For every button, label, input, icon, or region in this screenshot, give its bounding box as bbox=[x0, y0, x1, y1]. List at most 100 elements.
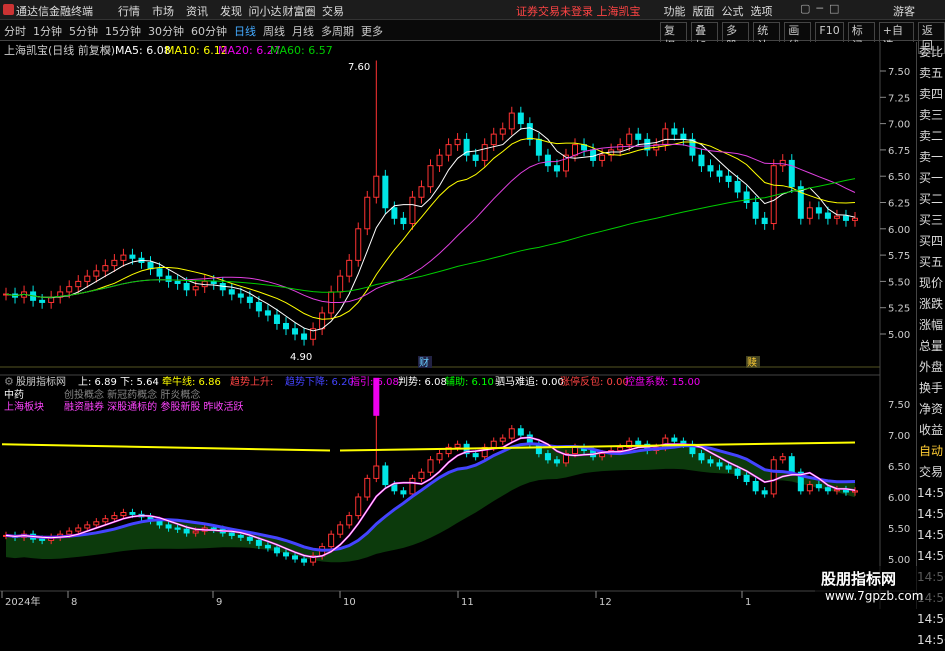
maximize-icon[interactable]: □ bbox=[829, 2, 839, 15]
sidebar-item-22[interactable]: 14:56 bbox=[917, 504, 945, 525]
sidebar-item-24[interactable]: 14:56 bbox=[917, 546, 945, 567]
menu-quotes[interactable]: 行情 bbox=[112, 3, 146, 19]
candle-body bbox=[490, 440, 497, 448]
cai-marker-label: 财 bbox=[419, 356, 429, 369]
sidebar-item-7[interactable]: 买二 bbox=[917, 189, 945, 210]
tab-daily[interactable]: 日线 bbox=[234, 23, 256, 39]
candle-body bbox=[852, 217, 858, 221]
y-tick-label: 7.00 bbox=[888, 120, 910, 131]
tab-5min[interactable]: 5分钟 bbox=[69, 23, 98, 39]
candle-body bbox=[517, 428, 524, 436]
candle-body bbox=[246, 296, 253, 303]
sidebar-item-9[interactable]: 买四 bbox=[917, 231, 945, 252]
candle-body bbox=[716, 462, 723, 467]
site-watermark: 股朋指标网 www.7gpzb.com bbox=[815, 566, 945, 609]
candle-body bbox=[282, 322, 289, 330]
minimize-icon[interactable]: ─ bbox=[816, 2, 823, 15]
candle-body bbox=[815, 484, 822, 489]
sidebar-item-11[interactable]: 现价 bbox=[917, 273, 945, 294]
sidebar-item-23[interactable]: 14:56 bbox=[917, 525, 945, 546]
menu-news[interactable]: 资讯 bbox=[180, 3, 214, 19]
sidebar-item-15[interactable]: 外盘 bbox=[917, 357, 945, 378]
sidebar-item-3[interactable]: 卖三 bbox=[917, 105, 945, 126]
sidebar-item-28[interactable]: 14:56 bbox=[917, 630, 945, 651]
menu-wealth[interactable]: 财富圈 bbox=[282, 3, 316, 19]
tab-15min[interactable]: 15分钟 bbox=[105, 23, 141, 39]
menu-trade[interactable]: 交易 bbox=[316, 3, 350, 19]
sidebar-item-27[interactable]: 14:56 bbox=[917, 609, 945, 630]
settings-icon[interactable]: ⚙ bbox=[102, 44, 112, 57]
tab-monthly[interactable]: 月线 bbox=[292, 23, 314, 39]
tab-more[interactable]: 更多 bbox=[361, 23, 383, 39]
candle-body bbox=[599, 154, 606, 161]
sidebar-item-12[interactable]: 涨跌 bbox=[917, 294, 945, 315]
candle-body bbox=[788, 456, 795, 473]
sidebar-item-4[interactable]: 卖二 bbox=[917, 126, 945, 147]
sidebar-item-16[interactable]: 换手 bbox=[917, 378, 945, 399]
candle-body bbox=[743, 474, 750, 482]
candle-body bbox=[770, 459, 777, 495]
menu-options[interactable]: 选项 bbox=[747, 3, 776, 19]
candle-body bbox=[346, 259, 353, 277]
menu-layout[interactable]: 版面 bbox=[689, 3, 718, 19]
sidebar-item-18[interactable]: 收益 bbox=[917, 420, 945, 441]
login-warning[interactable]: 证券交易未登录 上海凯宝 bbox=[516, 3, 641, 19]
candle-body bbox=[355, 228, 362, 261]
sidebar-item-19[interactable]: 自动 bbox=[917, 441, 945, 462]
tab-60min[interactable]: 60分钟 bbox=[191, 23, 227, 39]
candle-body bbox=[806, 484, 813, 492]
tab-1min[interactable]: 1分钟 bbox=[33, 23, 62, 39]
kline-chart-area[interactable]: 上海凯宝(日线 前复权) ⚙ MA5: 6.08 MA10: 6.12 MA20… bbox=[0, 42, 915, 609]
tab-intraday[interactable]: 分时 bbox=[4, 23, 26, 39]
skin-icon[interactable]: ▢ bbox=[800, 2, 810, 15]
candle-body bbox=[129, 254, 136, 259]
menu-ask[interactable]: 问小达 bbox=[248, 3, 282, 19]
candle-body bbox=[364, 477, 371, 498]
menu-formula[interactable]: 公式 bbox=[718, 3, 747, 19]
low-annotation: 4.90 bbox=[290, 352, 312, 363]
candle-body bbox=[815, 207, 822, 214]
sidebar-item-1[interactable]: 卖五 bbox=[917, 63, 945, 84]
candle-body bbox=[680, 133, 687, 140]
y-tick-label: 5.50 bbox=[888, 277, 910, 288]
sidebar-item-8[interactable]: 买三 bbox=[917, 210, 945, 231]
sidebar-item-20[interactable]: 交易 bbox=[917, 462, 945, 483]
tab-multi-period[interactable]: 多周期 bbox=[321, 23, 354, 39]
candle-body bbox=[337, 524, 344, 535]
guest-label[interactable]: 游客 bbox=[893, 3, 915, 19]
candle-body bbox=[454, 443, 461, 448]
quote-sidebar: 委比 卖五 卖四 卖三 卖二 卖一 买一 买二 买三 买四 买五 现价 涨跌 涨幅 总量 外盘 换手 净资 收益 自动… bbox=[916, 42, 945, 647]
sidebar-item-2[interactable]: 卖四 bbox=[917, 84, 945, 105]
candle-body bbox=[572, 446, 579, 455]
sidebar-item-14[interactable]: 总量 bbox=[917, 336, 945, 357]
tab-weekly[interactable]: 周线 bbox=[263, 23, 285, 39]
x-tick-label: 12 bbox=[599, 597, 612, 608]
indicator-legend: ⚙ 股朋指标网 上: 6.89 下: 5.64 牵牛线: 6.86 趋势上升: … bbox=[4, 375, 700, 388]
ind-guide: 指引: 6.08 bbox=[350, 375, 399, 388]
candle-body bbox=[725, 175, 732, 182]
sidebar-item-17[interactable]: 净资 bbox=[917, 399, 945, 420]
menu-function[interactable]: 功能 bbox=[660, 3, 689, 19]
menu-market[interactable]: 市场 bbox=[146, 3, 180, 19]
y-tick-label: 6.50 bbox=[888, 172, 910, 183]
sidebar-item-21[interactable]: 14:56 bbox=[917, 483, 945, 504]
candle-body bbox=[400, 490, 407, 495]
candle-body bbox=[454, 138, 461, 146]
sidebar-item-6[interactable]: 买一 bbox=[917, 168, 945, 189]
candle-body bbox=[499, 128, 506, 135]
watermark-title: 股朋指标网 bbox=[821, 570, 897, 588]
candle-body bbox=[725, 465, 732, 470]
x-tick-label: 11 bbox=[461, 597, 474, 608]
menu-discover[interactable]: 发现 bbox=[214, 3, 248, 19]
sidebar-item-5[interactable]: 卖一 bbox=[917, 147, 945, 168]
sidebar-item-13[interactable]: 涨幅 bbox=[917, 315, 945, 336]
tab-30min[interactable]: 30分钟 bbox=[148, 23, 184, 39]
indicator-settings-icon[interactable]: ⚙ bbox=[4, 375, 14, 388]
sidebar-item-0[interactable]: 委比 bbox=[917, 42, 945, 63]
sidebar-item-10[interactable]: 买五 bbox=[917, 252, 945, 273]
candle-body bbox=[490, 133, 497, 146]
candle-body bbox=[418, 471, 425, 479]
candle-body bbox=[806, 207, 813, 219]
app-title: 通达信金融终端 bbox=[16, 5, 93, 18]
candle-body bbox=[409, 477, 416, 495]
